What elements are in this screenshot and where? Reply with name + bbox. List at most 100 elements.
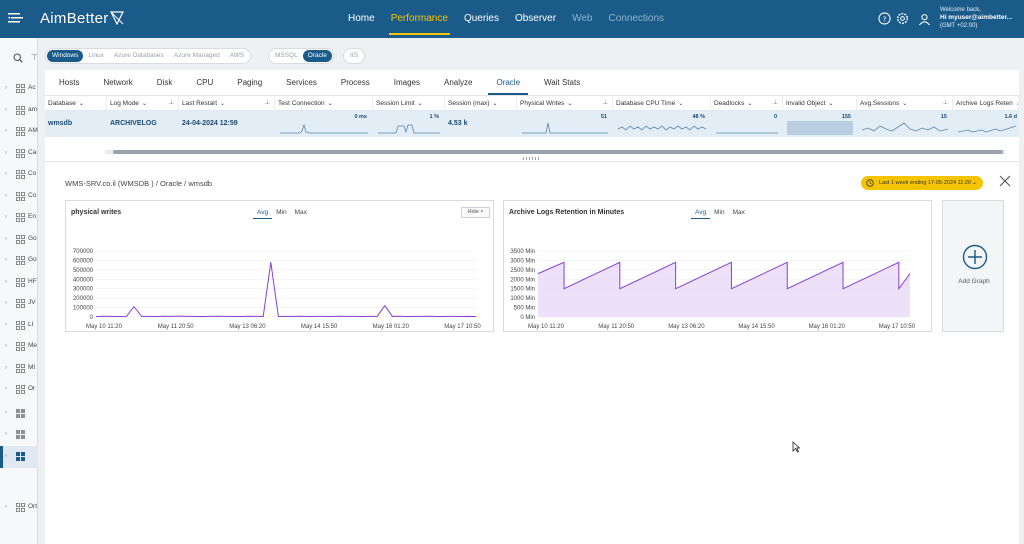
pin-icon[interactable]: ⊥ xyxy=(773,96,778,111)
column-header[interactable]: Session (max) ⌄ xyxy=(445,96,517,111)
column-header[interactable]: Last Restart ⌄ ⊥ xyxy=(179,96,275,111)
sidebar-tree-item[interactable]: › Ca xyxy=(0,143,38,165)
sidebar-tree-item[interactable]: › HF xyxy=(0,272,38,294)
sidebar-tree-item[interactable]: › Ort xyxy=(0,497,38,519)
sidebar-tree-item[interactable]: › Me xyxy=(0,336,38,358)
user-info[interactable]: Welcome back, Hi myuser@aimbetter... (GM… xyxy=(940,6,1024,30)
chevron-right-icon[interactable]: › xyxy=(5,171,7,177)
filter-icon[interactable]: ⊤ xyxy=(31,53,38,62)
sidebar-tree-item[interactable]: › xyxy=(0,424,38,446)
user-icon[interactable] xyxy=(918,13,931,26)
sort-chevron-icon[interactable]: ⌄ xyxy=(902,101,907,107)
tab-disk[interactable]: Disk xyxy=(145,70,185,95)
menu-toggle-icon[interactable] xyxy=(8,11,24,25)
table-row[interactable]: wmsdb ARCHIVELOG 24-04-2024 12:59 0 ms 1… xyxy=(45,111,1019,137)
sidebar-tree-item[interactable]: › Go xyxy=(0,250,38,272)
chevron-right-icon[interactable]: › xyxy=(5,257,7,263)
filter-chip-iis[interactable]: IIS xyxy=(345,50,363,62)
tab-process[interactable]: Process xyxy=(329,70,382,95)
sort-chevron-icon[interactable]: ⌄ xyxy=(328,101,333,107)
chevron-right-icon[interactable]: › xyxy=(5,386,7,392)
sort-chevron-icon[interactable]: ⌄ xyxy=(418,101,423,107)
chevron-right-icon[interactable]: › xyxy=(5,236,7,242)
tab-cpu[interactable]: CPU xyxy=(184,70,225,95)
filter-chip-linux[interactable]: Linux xyxy=(83,50,109,62)
sort-chevron-icon[interactable]: ⌄ xyxy=(142,101,147,107)
tab-wait-stats[interactable]: Wait Stats xyxy=(532,70,592,95)
sidebar-tree-item[interactable]: › LI xyxy=(0,315,38,337)
sidebar-tree-item[interactable]: › AM xyxy=(0,121,38,143)
close-icon[interactable] xyxy=(998,174,1012,188)
sort-chevron-icon[interactable]: ⌄ xyxy=(493,101,498,107)
chevron-right-icon[interactable]: › xyxy=(5,300,7,306)
nav-item-connections[interactable]: Connections xyxy=(600,0,672,38)
filter-chip-aws[interactable]: AWS xyxy=(225,50,250,62)
pin-icon[interactable]: ⊥ xyxy=(603,96,608,111)
chevron-right-icon[interactable]: › xyxy=(5,193,7,199)
pin-icon[interactable]: ⊥ xyxy=(265,96,270,111)
tab-network[interactable]: Network xyxy=(91,70,144,95)
sidebar-tree-item[interactable]: › Co xyxy=(0,164,38,186)
sort-chevron-icon[interactable]: ⌄ xyxy=(220,101,225,107)
chevron-right-icon[interactable]: › xyxy=(5,410,7,416)
column-header[interactable]: Archive Logs Reten⌄ xyxy=(953,96,1019,111)
sidebar-tree-item[interactable]: › Ac xyxy=(0,78,38,100)
sidebar-tree-item[interactable]: › xyxy=(0,403,38,425)
column-header[interactable]: Test Connection ⌄ xyxy=(275,96,373,111)
filter-chip-oracle[interactable]: Oracle xyxy=(302,50,332,62)
sort-chevron-icon[interactable]: ⌄ xyxy=(678,101,683,107)
chevron-right-icon[interactable]: › xyxy=(5,214,7,220)
nav-item-performance[interactable]: Performance xyxy=(383,0,456,38)
column-header[interactable]: Deadlocks ⌄ ⊥ xyxy=(711,96,783,111)
tab-services[interactable]: Services xyxy=(274,70,329,95)
chevron-right-icon[interactable]: › xyxy=(5,365,7,371)
help-icon[interactable]: ? xyxy=(878,12,891,25)
scrollbar-thumb[interactable] xyxy=(113,150,1003,154)
grid-horizontal-scrollbar[interactable] xyxy=(45,140,1019,156)
tab-analyze[interactable]: Analyze xyxy=(432,70,484,95)
chevron-right-icon[interactable]: › xyxy=(5,453,7,459)
filter-chip-azure-databases[interactable]: Azure Databases xyxy=(109,50,169,62)
sidebar-tree-item[interactable]: › Or xyxy=(0,379,38,401)
column-header[interactable]: Database CPU Time ⌄ xyxy=(613,96,711,111)
sidebar-tree-item[interactable]: › JV xyxy=(0,293,38,315)
sidebar-tree-item[interactable]: › Co xyxy=(0,186,38,208)
chevron-right-icon[interactable]: › xyxy=(5,431,7,437)
chevron-right-icon[interactable]: › xyxy=(5,504,7,510)
chevron-right-icon[interactable]: › xyxy=(5,322,7,328)
sidebar-tree-item[interactable]: › xyxy=(0,445,38,468)
column-header[interactable]: Session Limit ⌄ xyxy=(373,96,445,111)
sidebar-tree-item[interactable]: › En xyxy=(0,207,38,229)
chevron-right-icon[interactable]: › xyxy=(5,150,7,156)
time-range-selector[interactable]: Last 1 week ending 17-05-2024 11:20 ⌄ xyxy=(861,176,983,190)
chevron-right-icon[interactable]: › xyxy=(5,128,7,134)
column-header[interactable]: Database ⌄ xyxy=(45,96,107,111)
pin-icon[interactable]: ⊥ xyxy=(169,96,174,111)
chevron-right-icon[interactable]: › xyxy=(5,343,7,349)
add-graph-button[interactable]: Add Graph xyxy=(942,200,1004,332)
filter-chip-mssql[interactable]: MSSQL xyxy=(270,50,303,62)
brand-logo[interactable]: AimBetter xyxy=(40,10,124,27)
sort-chevron-icon[interactable]: ⌄ xyxy=(747,101,752,107)
pin-icon[interactable]: ⊥ xyxy=(943,96,948,111)
settings-gear-icon[interactable] xyxy=(896,12,909,25)
tab-hosts[interactable]: Hosts xyxy=(47,70,91,95)
sidebar-tree-item[interactable]: › am xyxy=(0,100,38,122)
tab-paging[interactable]: Paging xyxy=(225,70,274,95)
nav-item-observer[interactable]: Observer xyxy=(507,0,564,38)
chevron-right-icon[interactable]: › xyxy=(5,107,7,113)
chevron-right-icon[interactable]: › xyxy=(5,279,7,285)
cell-database[interactable]: wmsdb xyxy=(45,111,107,137)
column-header[interactable]: Avg.Sessions ⌄ ⊥ xyxy=(857,96,953,111)
filter-chip-windows[interactable]: Windows xyxy=(47,50,84,62)
sort-chevron-icon[interactable]: ⌄ xyxy=(567,101,572,107)
sidebar-tree-item[interactable]: › Go xyxy=(0,229,38,251)
nav-item-home[interactable]: Home xyxy=(340,0,383,38)
tab-images[interactable]: Images xyxy=(382,70,432,95)
tab-oracle[interactable]: Oracle xyxy=(484,70,532,95)
column-header[interactable]: Physical Writes ⌄ ⊥ xyxy=(517,96,613,111)
column-header[interactable]: Invalid Object ⌄ xyxy=(783,96,857,111)
sort-chevron-icon[interactable]: ⌄ xyxy=(79,101,84,107)
sort-chevron-icon[interactable]: ⌄ xyxy=(828,101,833,107)
nav-item-queries[interactable]: Queries xyxy=(456,0,507,38)
